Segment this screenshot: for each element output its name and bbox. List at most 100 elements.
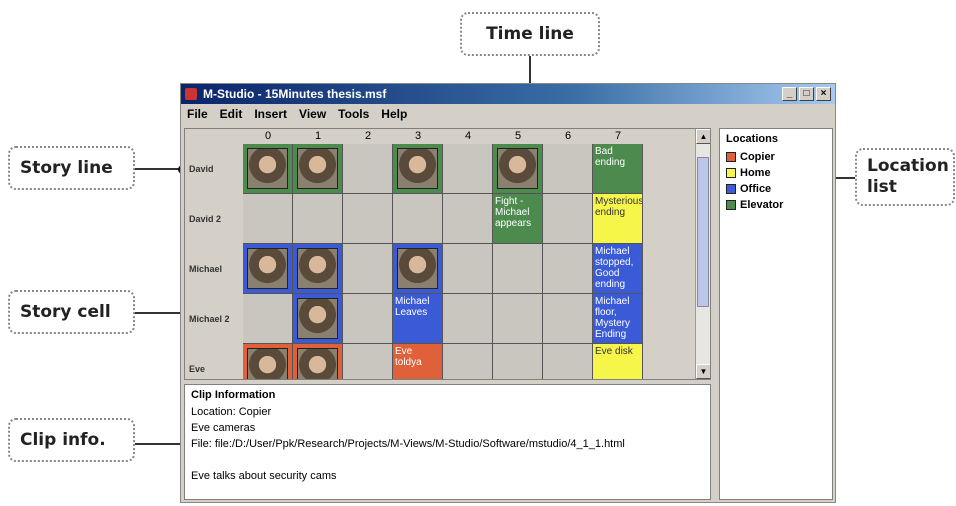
clip-thumbnail xyxy=(247,248,288,289)
story-cell[interactable] xyxy=(443,294,493,344)
story-cell[interactable] xyxy=(293,194,343,244)
clip-location: Location: Copier xyxy=(191,406,272,418)
story-cell[interactable]: Michael floor, Mystery Ending xyxy=(593,294,643,344)
menu-tools[interactable]: Tools xyxy=(338,107,369,121)
elevator-swatch xyxy=(726,200,736,210)
story-row-header[interactable]: David 2 xyxy=(185,194,243,244)
location-label: Home xyxy=(740,167,771,179)
story-cell[interactable]: Mysterious ending xyxy=(593,194,643,244)
clip-thumbnail xyxy=(297,348,338,379)
column-header: 6 xyxy=(564,130,572,142)
story-grid: ▲ ▼ 0 1 2 3 4 5 6 7 David Bad ending David 2 Fight … xyxy=(184,128,711,380)
column-header: 0 xyxy=(264,130,272,142)
story-cell[interactable]: Eve toldya xyxy=(393,344,443,379)
clip-file: File: file:/D:/User/Ppk/Research/Project… xyxy=(191,438,625,450)
story-row-header[interactable]: David xyxy=(185,144,243,194)
column-header: 3 xyxy=(414,130,422,142)
story-cell[interactable] xyxy=(243,294,293,344)
story-cell[interactable] xyxy=(443,144,493,194)
story-row-header[interactable]: Michael 2 xyxy=(185,294,243,344)
locations-title: Locations xyxy=(726,133,778,145)
story-cell[interactable] xyxy=(243,344,293,379)
minimize-button[interactable]: _ xyxy=(782,87,797,101)
location-item-elevator[interactable]: Elevator xyxy=(720,197,832,213)
story-cell[interactable] xyxy=(243,244,293,294)
story-cell[interactable] xyxy=(493,344,543,379)
clip-blank xyxy=(185,453,710,469)
cell-label: Fight - Michael appears xyxy=(495,196,532,229)
story-cell[interactable] xyxy=(293,294,343,344)
story-cell[interactable] xyxy=(343,144,393,194)
close-button[interactable]: × xyxy=(816,87,831,101)
story-cell[interactable] xyxy=(543,194,593,244)
story-cell[interactable]: Michael stopped, Good ending xyxy=(593,244,643,294)
clip-thumbnail xyxy=(247,348,288,379)
storyline-leader xyxy=(135,168,183,170)
story-cell[interactable] xyxy=(543,144,593,194)
story-cell[interactable] xyxy=(493,144,543,194)
story-cell[interactable] xyxy=(493,244,543,294)
home-swatch xyxy=(726,168,736,178)
clip-thumbnail xyxy=(297,148,338,189)
story-cell[interactable] xyxy=(493,294,543,344)
cell-label: Eve disk xyxy=(595,346,633,357)
location-list-callout: Location list xyxy=(855,148,955,206)
scroll-thumb[interactable] xyxy=(697,157,709,307)
story-cell[interactable] xyxy=(543,294,593,344)
cell-label: Michael Leaves xyxy=(395,296,430,318)
clip-thumbnail xyxy=(297,248,338,289)
clipinfo-callout: Clip info. xyxy=(8,418,135,462)
story-row-header[interactable]: Michael xyxy=(185,244,243,294)
location-item-office[interactable]: Office xyxy=(720,181,832,197)
story-cell[interactable] xyxy=(443,194,493,244)
cell-label: Eve toldya xyxy=(395,346,422,368)
story-cell[interactable]: Bad ending xyxy=(593,144,643,194)
scroll-up-arrow-icon[interactable]: ▲ xyxy=(696,129,710,144)
story-cell[interactable] xyxy=(543,344,593,379)
location-label: Elevator xyxy=(740,199,784,211)
menu-view[interactable]: View xyxy=(299,107,326,121)
story-cell[interactable] xyxy=(393,194,443,244)
office-swatch xyxy=(726,184,736,194)
location-label: Office xyxy=(740,183,772,195)
title-bar: M-Studio - 15Minutes thesis.msf _ □ × xyxy=(181,84,835,104)
story-cell[interactable] xyxy=(343,194,393,244)
window-title: M-Studio - 15Minutes thesis.msf xyxy=(203,87,387,101)
story-cell[interactable]: Fight - Michael appears xyxy=(493,194,543,244)
story-cell[interactable] xyxy=(343,344,393,379)
menu-file[interactable]: File xyxy=(187,107,208,121)
story-cell[interactable] xyxy=(393,144,443,194)
story-cell[interactable] xyxy=(443,244,493,294)
grid-vertical-scrollbar[interactable]: ▲ ▼ xyxy=(695,129,710,379)
story-row-header[interactable]: Eve xyxy=(185,344,243,379)
story-cell[interactable] xyxy=(393,244,443,294)
column-header: 5 xyxy=(514,130,522,142)
story-cell[interactable]: Eve disk xyxy=(593,344,643,379)
timeline-callout: Time line xyxy=(460,12,600,56)
story-cell[interactable] xyxy=(543,244,593,294)
menu-edit[interactable]: Edit xyxy=(220,107,243,121)
menu-insert[interactable]: Insert xyxy=(254,107,287,121)
app-icon xyxy=(185,88,197,100)
menu-help[interactable]: Help xyxy=(381,107,407,121)
clip-info-title: Clip Information xyxy=(191,389,276,401)
story-cell[interactable] xyxy=(343,294,393,344)
storycell-callout: Story cell xyxy=(8,290,135,334)
location-item-home[interactable]: Home xyxy=(720,165,832,181)
story-cell[interactable] xyxy=(293,244,343,294)
column-header: 1 xyxy=(314,130,322,142)
story-cell[interactable] xyxy=(343,244,393,294)
story-cell[interactable] xyxy=(243,144,293,194)
story-cell[interactable] xyxy=(443,344,493,379)
copier-swatch xyxy=(726,152,736,162)
story-cell[interactable]: Michael Leaves xyxy=(393,294,443,344)
story-cell[interactable] xyxy=(293,144,343,194)
app-window: M-Studio - 15Minutes thesis.msf _ □ × Fi… xyxy=(180,83,836,503)
scroll-down-arrow-icon[interactable]: ▼ xyxy=(696,364,710,379)
maximize-button[interactable]: □ xyxy=(799,87,814,101)
cell-label: Michael stopped, Good ending xyxy=(595,246,634,290)
story-cell[interactable] xyxy=(293,344,343,379)
location-item-copier[interactable]: Copier xyxy=(720,149,832,165)
story-cell[interactable] xyxy=(243,194,293,244)
column-header: 2 xyxy=(364,130,372,142)
